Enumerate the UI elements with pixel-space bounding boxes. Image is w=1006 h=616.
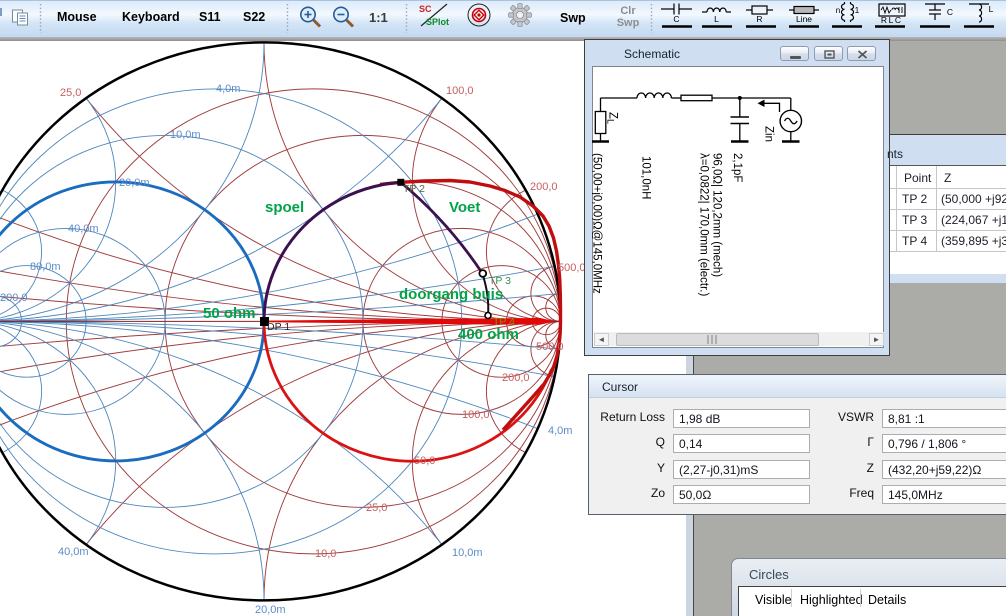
svg-text:L: L (714, 14, 719, 24)
svg-text:500,0: 500,0 (558, 262, 586, 274)
svg-text:spoel: spoel (265, 199, 304, 216)
svg-text:2,1pF: 2,1pF (731, 153, 743, 182)
svg-text:TP 4: TP 4 (493, 316, 515, 328)
svg-text:10,0m: 10,0m (452, 547, 483, 559)
svg-text:4,0m: 4,0m (548, 425, 572, 437)
svg-text:50 ohm: 50 ohm (203, 305, 256, 322)
svg-text:doorgang buis: doorgang buis (399, 286, 503, 303)
svg-text:50,0: 50,0 (414, 455, 435, 467)
svg-text:R: R (881, 15, 887, 25)
svg-text:Keyboard: Keyboard (122, 10, 180, 24)
svg-text:S11: S11 (199, 10, 221, 24)
svg-text:25,0: 25,0 (60, 87, 81, 99)
svg-text:Swp: Swp (560, 11, 586, 25)
svg-text:40,0m: 40,0m (68, 223, 99, 235)
svg-text:96,0Ω| 120,2mm (mech): 96,0Ω| 120,2mm (mech) (711, 153, 723, 277)
svg-text:Zin: Zin (763, 126, 775, 142)
svg-text:1:1: 1:1 (369, 10, 388, 25)
svg-text:100,0: 100,0 (462, 409, 490, 421)
svg-text:500,0: 500,0 (536, 341, 564, 353)
svg-text:ZL: ZL (606, 112, 619, 124)
svg-text:C: C (673, 14, 679, 24)
svg-text:Swp: Swp (617, 17, 640, 29)
svg-text:SC: SC (419, 4, 432, 14)
svg-text:Line: Line (796, 14, 812, 24)
svg-text:40,0m: 40,0m (58, 546, 89, 558)
svg-text:25,0: 25,0 (366, 502, 387, 514)
svg-text:Mouse: Mouse (57, 10, 97, 24)
svg-text:SPlot: SPlot (426, 17, 449, 27)
svg-text:80,0m: 80,0m (30, 261, 61, 273)
svg-text:1: 1 (855, 6, 860, 15)
svg-text:10,0m: 10,0m (170, 129, 201, 141)
svg-text:100,0: 100,0 (446, 85, 474, 97)
svg-text:L: L (889, 15, 894, 25)
svg-text:DP 1: DP 1 (267, 321, 290, 333)
svg-text:200,0: 200,0 (0, 292, 28, 304)
svg-text:n: n (836, 6, 840, 15)
svg-text:4,0m: 4,0m (216, 83, 240, 95)
svg-text:L: L (989, 4, 994, 14)
svg-text:TP 2: TP 2 (403, 183, 425, 195)
svg-text:200,0: 200,0 (502, 372, 530, 384)
svg-text:400 ohm: 400 ohm (458, 326, 519, 343)
svg-text:10,0: 10,0 (315, 548, 336, 560)
svg-text:20,0m: 20,0m (255, 604, 286, 616)
svg-text:200,0: 200,0 (530, 181, 558, 193)
svg-text:101,0nH: 101,0nH (640, 156, 652, 199)
svg-text:(50,00+j0,00)Ω@145,0MHz: (50,00+j0,00)Ω@145,0MHz (592, 153, 603, 294)
svg-text:20,0m: 20,0m (119, 177, 150, 189)
svg-text:Voet: Voet (449, 199, 480, 216)
svg-text:C: C (947, 7, 953, 17)
svg-text:Clr: Clr (620, 5, 636, 17)
svg-text:R: R (756, 14, 762, 24)
svg-text:TP 3: TP 3 (489, 275, 511, 287)
svg-text:C: C (895, 15, 901, 25)
svg-text:S22: S22 (243, 10, 265, 24)
svg-text:λ=0,0822| 170,0mm (electr.): λ=0,0822| 170,0mm (electr.) (698, 153, 710, 296)
